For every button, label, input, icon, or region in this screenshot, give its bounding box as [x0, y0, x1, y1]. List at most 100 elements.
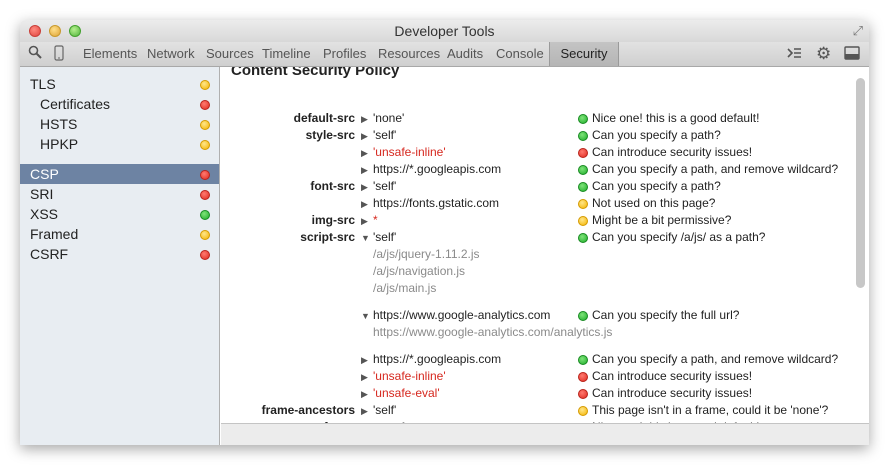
- tab-elements[interactable]: Elements: [83, 46, 137, 61]
- source-value: 'none': [373, 111, 405, 125]
- source-value: https://www.google-analytics.com/analyti…: [373, 325, 613, 339]
- sidebar-item-label: HPKP: [40, 136, 79, 152]
- vertical-scrollbar[interactable]: [856, 78, 865, 288]
- disclosure-closed-icon[interactable]: ▶: [361, 199, 368, 210]
- sidebar-item-label: XSS: [30, 206, 59, 222]
- tab-sources[interactable]: Sources: [206, 46, 254, 61]
- advice-message: Can you specify a path?: [592, 179, 721, 193]
- source-value: *: [373, 213, 378, 227]
- advice-message: Can introduce security issues!: [592, 386, 753, 400]
- status-dot-icon: [200, 80, 210, 90]
- tab-security[interactable]: Security: [549, 42, 619, 66]
- sidebar-item-tls[interactable]: TLS: [20, 74, 219, 94]
- fullscreen-icon[interactable]: ⤢: [853, 23, 863, 39]
- csp-row: ▶ 'unsafe-inline' Can introduce security i…: [221, 369, 869, 386]
- sidebar-item-label: SRI: [30, 186, 54, 202]
- directive-name: font-src: [310, 179, 355, 193]
- sidebar-item-label: CSRF: [30, 246, 69, 262]
- csp-row: ▼ https://www.google-analytics.com Can you…: [221, 308, 869, 325]
- status-dot-icon: [200, 190, 210, 200]
- sidebar-item-csrf[interactable]: CSRF: [20, 244, 219, 264]
- directive-name: script-src: [300, 230, 355, 244]
- status-dot-icon: [578, 355, 588, 365]
- csp-row: /a/js/main.js: [221, 281, 869, 298]
- advice-message: Can you specify a path, and remove wildc…: [592, 162, 839, 176]
- disclosure-closed-icon[interactable]: ▶: [361, 131, 368, 142]
- sidebar-item-label: Framed: [30, 226, 79, 242]
- csp-row: ▶ https://fonts.gstatic.com Not used on th…: [221, 196, 869, 213]
- tab-security-label: Security: [560, 46, 608, 61]
- status-dot-icon: [578, 216, 588, 226]
- disclosure-closed-icon[interactable]: ▶: [361, 406, 368, 417]
- tab-network[interactable]: Network: [147, 46, 195, 61]
- status-dot-icon: [578, 233, 588, 243]
- dock-icon[interactable]: [844, 46, 860, 63]
- source-value: /a/js/main.js: [373, 281, 437, 295]
- status-dot-icon: [200, 230, 210, 240]
- status-dot-icon: [578, 389, 588, 399]
- tab-audits[interactable]: Audits: [447, 46, 483, 61]
- source-value: /a/js/jquery-1.11.2.js: [373, 247, 480, 261]
- tab-profiles[interactable]: Profiles: [323, 46, 366, 61]
- disclosure-closed-icon[interactable]: ▶: [361, 114, 368, 125]
- tab-timeline[interactable]: Timeline: [262, 46, 311, 61]
- source-value: 'self': [373, 128, 397, 142]
- device-icon[interactable]: [54, 45, 64, 64]
- source-value: 'unsafe-eval': [373, 386, 440, 400]
- disclosure-open-icon[interactable]: ▼: [361, 233, 370, 243]
- console-drawer-icon[interactable]: [786, 46, 802, 63]
- disclosure-closed-icon[interactable]: ▶: [361, 355, 368, 366]
- status-dot-icon: [200, 250, 210, 260]
- advice-message: Might be a bit permissive?: [592, 213, 732, 227]
- status-bar: [221, 423, 869, 445]
- sidebar-item-label: TLS: [30, 76, 56, 92]
- source-value: 'self': [373, 179, 397, 193]
- source-value: https://fonts.gstatic.com: [373, 196, 500, 210]
- status-dot-icon: [200, 120, 210, 130]
- advice-message: Nice one! this is a good default!: [592, 111, 760, 125]
- directive-name: img-src: [311, 213, 355, 227]
- disclosure-closed-icon[interactable]: ▶: [361, 372, 368, 383]
- tab-resources[interactable]: Resources: [378, 46, 440, 61]
- gear-icon[interactable]: ⚙: [816, 44, 831, 64]
- csp-row: img-src ▶ * Might be a bit permissive?: [221, 213, 869, 230]
- title-bar: Developer Tools ⤢: [20, 20, 869, 42]
- status-dot-icon: [200, 210, 210, 220]
- sidebar-item-xss[interactable]: XSS: [20, 204, 219, 224]
- csp-row: ▶ 'unsafe-inline' Can introduce security i…: [221, 145, 869, 162]
- source-value: https://*.googleapis.com: [373, 162, 502, 176]
- advice-message: Can introduce security issues!: [592, 369, 753, 383]
- sidebar-item-sri[interactable]: SRI: [20, 184, 219, 204]
- sidebar-item-certificates[interactable]: Certificates: [20, 94, 219, 114]
- advice-message: Can introduce security issues!: [592, 145, 753, 159]
- tab-console[interactable]: Console: [496, 46, 544, 61]
- source-value: https://www.google-analytics.com: [373, 308, 551, 322]
- disclosure-open-icon[interactable]: ▼: [361, 311, 370, 321]
- csp-row: https://www.google-analytics.com/analyti…: [221, 325, 869, 342]
- sidebar-item-label: HSTS: [40, 116, 78, 132]
- sidebar-item-label: CSP: [30, 166, 59, 182]
- advice-message: Can you specify a path, and remove wildc…: [592, 352, 839, 366]
- disclosure-closed-icon[interactable]: ▶: [361, 182, 368, 193]
- csp-row: ▶ https://*.googleapis.com Can you specify…: [221, 162, 869, 179]
- section-title: Content Security Policy: [231, 67, 400, 79]
- csp-row: /a/js/jquery-1.11.2.js: [221, 247, 869, 264]
- sidebar-item-csp[interactable]: CSP: [20, 164, 219, 184]
- status-dot-icon: [578, 148, 588, 158]
- status-dot-icon: [578, 406, 588, 416]
- directive-name: frame-ancestors: [261, 403, 355, 417]
- sidebar-item-framed[interactable]: Framed: [20, 224, 219, 244]
- sidebar-item-hsts[interactable]: HSTS: [20, 114, 219, 134]
- csp-panel: Content Security Policy default-src ▶ 'non…: [221, 67, 869, 429]
- sidebar-item-hpkp[interactable]: HPKP: [20, 134, 219, 154]
- disclosure-closed-icon[interactable]: ▶: [361, 389, 368, 400]
- status-dot-icon: [578, 199, 588, 209]
- csp-row: font-src ▶ 'self' Can you specify a path?: [221, 179, 869, 196]
- status-dot-icon: [200, 140, 210, 150]
- status-dot-icon: [200, 100, 210, 110]
- disclosure-closed-icon[interactable]: ▶: [361, 148, 368, 159]
- disclosure-closed-icon[interactable]: ▶: [361, 216, 368, 227]
- status-dot-icon: [578, 372, 588, 382]
- search-icon[interactable]: [28, 45, 42, 62]
- disclosure-closed-icon[interactable]: ▶: [361, 165, 368, 176]
